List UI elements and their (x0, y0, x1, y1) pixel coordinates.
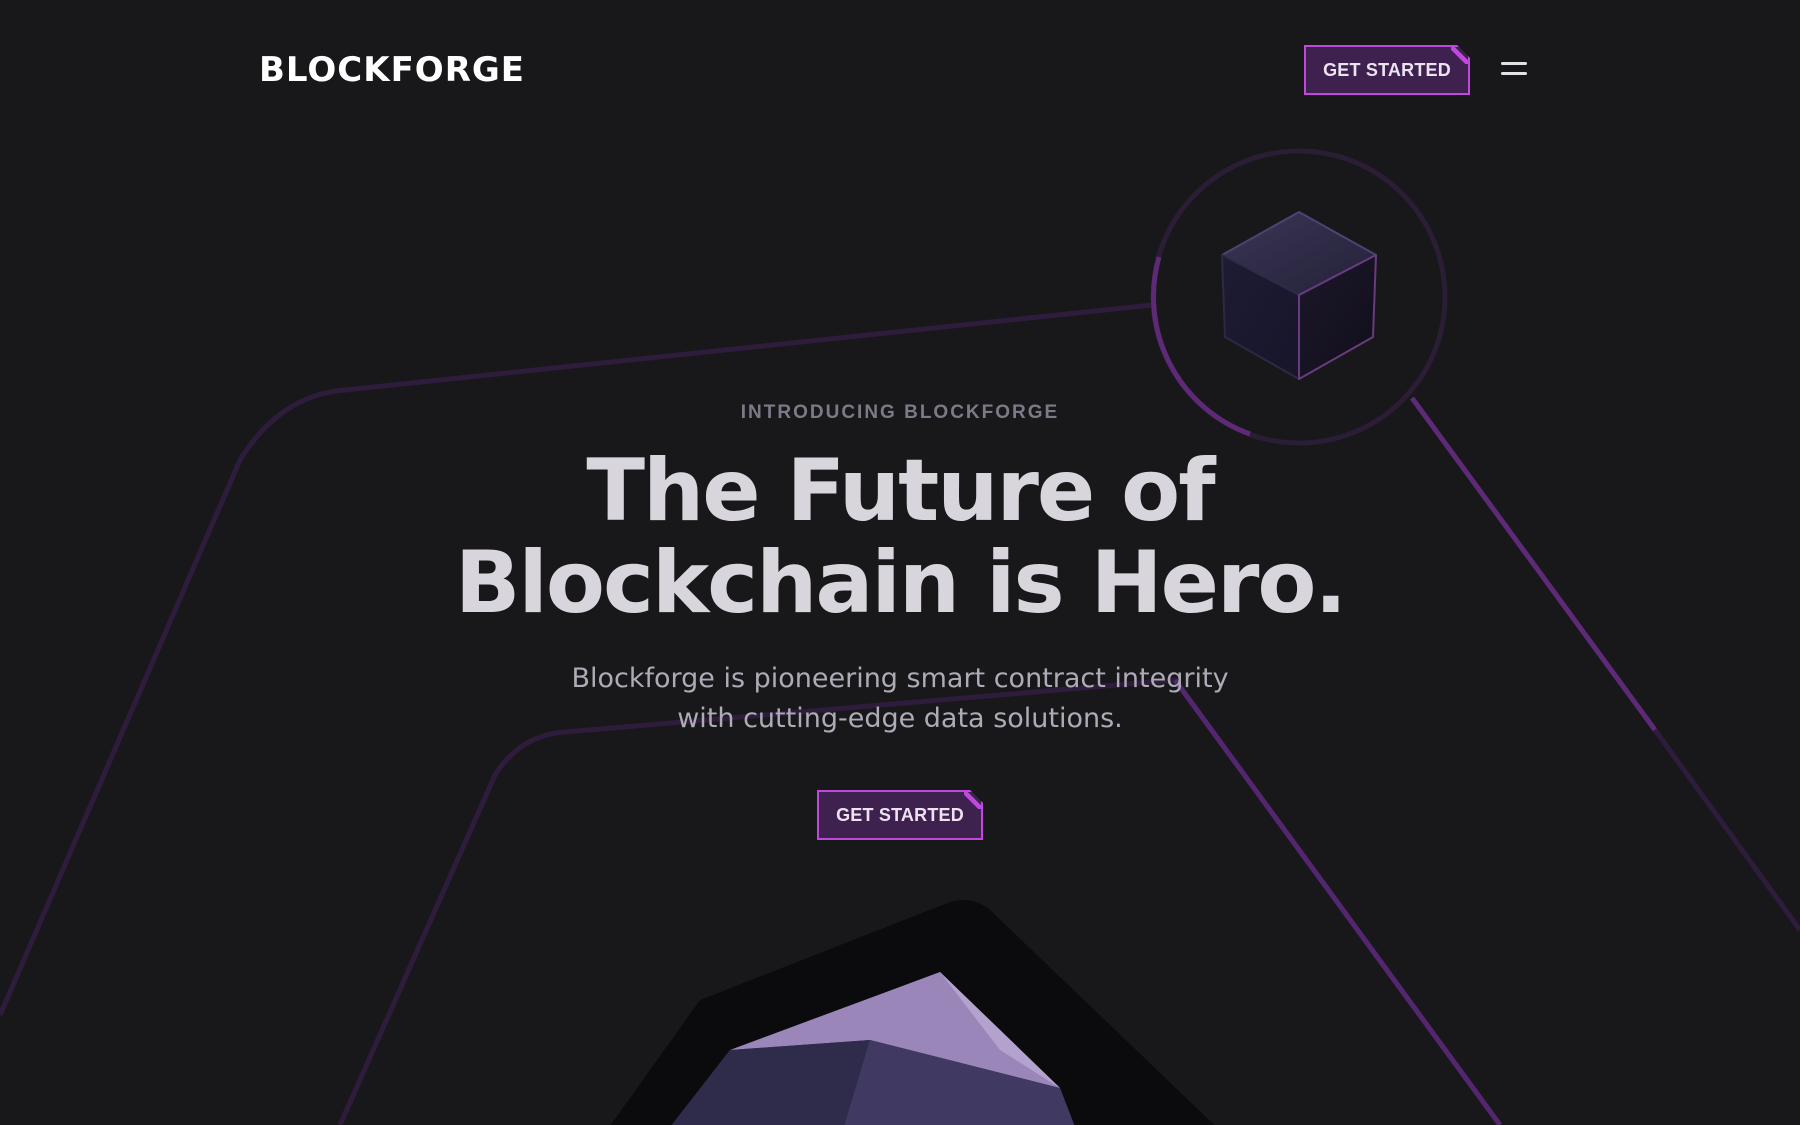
hero-subtext: Blockforge is pioneering smart contract … (0, 659, 1800, 739)
dark-cube-icon (1221, 211, 1377, 380)
menu-bar (1501, 62, 1527, 65)
landing-page: BLOCKFORGE GET STARTED INTRODUCING BLOCK… (0, 0, 1800, 1125)
header-get-started-button[interactable]: GET STARTED (1304, 45, 1470, 95)
hero-subtext-line-1: Blockforge is pioneering smart contract … (571, 663, 1229, 694)
hero-headline-line-1: The Future of (586, 441, 1215, 541)
purple-gem-illustration (610, 900, 1215, 1125)
hero-headline-line-2: Blockchain is Hero. (454, 533, 1347, 633)
ring-connector-line-fade (1652, 728, 1800, 932)
hero-eyebrow: INTRODUCING BLOCKFORGE (740, 402, 1060, 423)
menu-bar (1501, 72, 1527, 75)
brand-logo[interactable]: BLOCKFORGE (259, 48, 525, 92)
hero-get-started-button[interactable]: GET STARTED (817, 790, 983, 840)
hero-subtext-line-2: with cutting-edge data solutions. (677, 703, 1123, 734)
hero-headline: The Future of Blockchain is Hero. (0, 445, 1800, 629)
hamburger-menu-icon[interactable] (1501, 58, 1529, 82)
